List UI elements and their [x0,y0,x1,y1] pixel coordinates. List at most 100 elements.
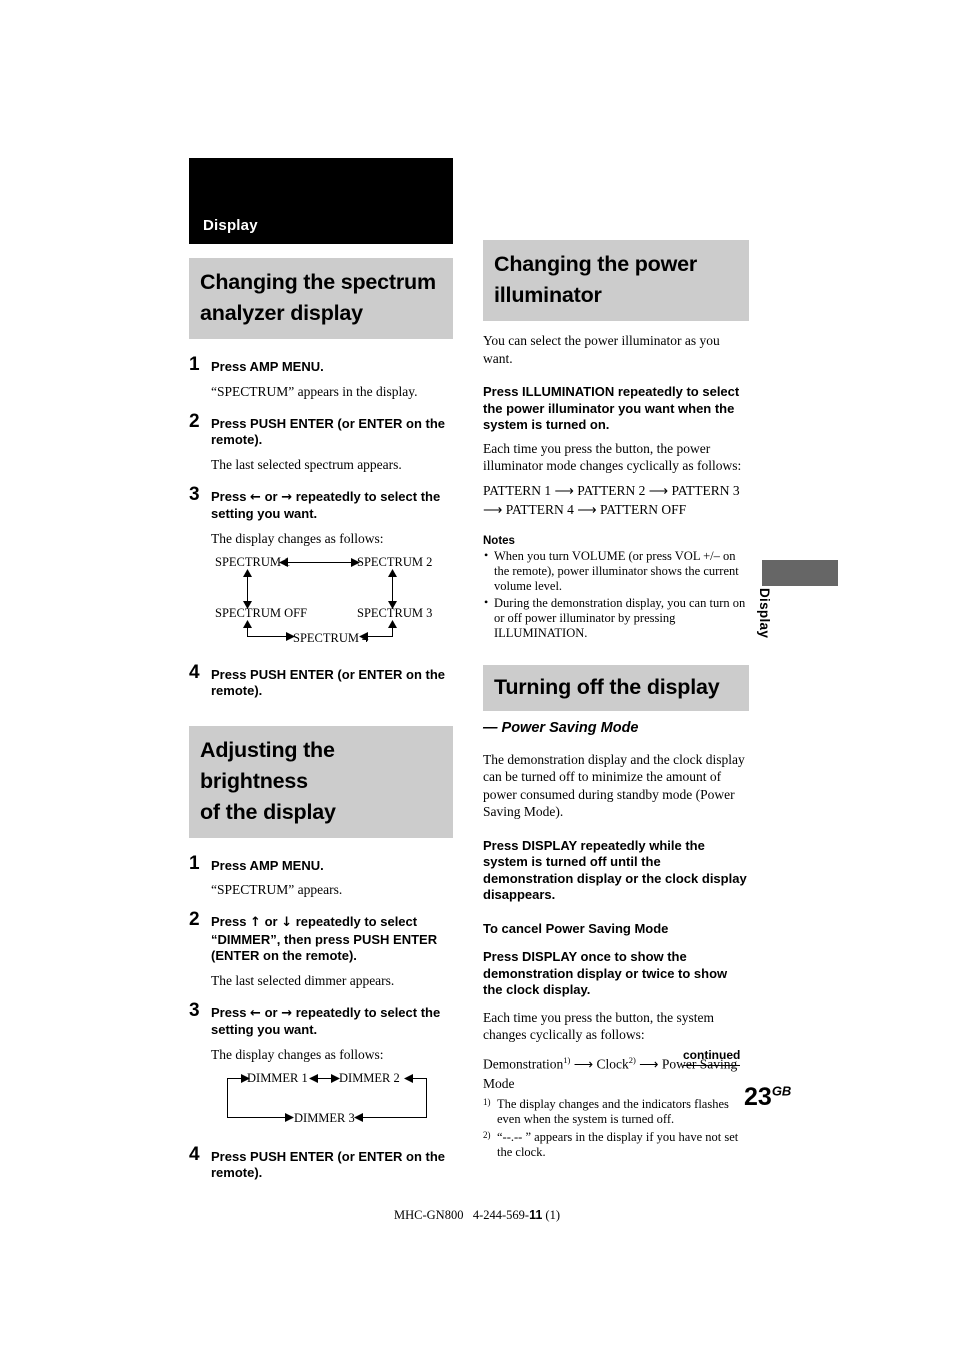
note-text: When you turn VOLUME (or press VOL +/– o… [494,548,739,593]
left-column: Changing the spectrum analyzer display 1… [189,258,453,1182]
arrow-right-icon: → [281,1005,293,1021]
arrowhead-right-icon [331,1073,340,1083]
step-number: 3 [189,483,200,505]
cycle-demo: Demonstration [483,1056,564,1071]
step-title: Press PUSH ENTER (or ENTER on the remote… [211,415,446,448]
arrow-down-icon: ↓ [281,915,293,930]
arrowhead-right-icon [241,1073,250,1083]
heading-line-1: Changing the spectrum [200,270,436,294]
arrow-left-icon: ← [250,489,261,505]
arrowhead-down-icon [388,600,397,609]
step-number: 1 [189,852,200,874]
flow-label-spectrum-off: SPECTRUM OFF [215,605,308,620]
arrowhead-up-icon [243,568,252,577]
dimmer-flow-diagram: DIMMER 1 DIMMER 2 DIMMER 3 [211,1071,453,1127]
heading-turning-off-the-display: Turning off the display [483,664,749,711]
pattern-cycle: PATTERN 1 ⟶ PATTERN 2 ⟶ PATTERN 3 ⟶ PATT… [483,481,749,519]
arrow-right-icon: → [281,489,293,505]
footer-partnum-b: 11 [529,1208,543,1222]
step-item: 3 Press ← or → repeatedly to select the … [189,1001,453,1127]
document-footer: MHC-GN800 4-244-569-11 (1) [0,1208,954,1223]
page-number: 23GB [744,1083,791,1112]
step-item: 2 Press PUSH ENTER (or ENTER on the remo… [189,412,453,473]
arrowhead-left-icon [354,1112,363,1122]
chapter-band-label: Display [203,217,258,234]
step-item: 3 Press ← or → repeatedly to select the … [189,485,453,645]
step-title: Press ← or → repeatedly to select the se… [211,1005,453,1039]
flow-label-dimmer-1: DIMMER 1 [247,1070,308,1085]
illumination-instruction: Press ILLUMINATION repeatedly to select … [483,384,740,432]
footnote-text: “--.-- ” appears in the display if you h… [497,1130,739,1159]
step-title: Press PUSH ENTER (or ENTER on the remote… [211,1148,446,1181]
heading-line-1: Changing the power [494,252,698,276]
arrowhead-up-icon [388,619,397,628]
heading-changing-power-illuminator: Changing the power illuminator [483,240,749,321]
cycle-arrow-2: ⟶ [635,1056,662,1071]
step-title: Press PUSH ENTER (or ENTER on the remote… [211,666,446,699]
step-body: “SPECTRUM” appears. [211,882,343,897]
pattern-cycle-line-2: ⟶ PATTERN 4 ⟶ PATTERN OFF [483,501,687,517]
step-number: 1 [189,354,200,375]
heading-line-1: Adjusting the brightness [200,737,335,793]
cycle-clock: Clock [596,1056,629,1071]
step-body: The last selected dimmer appears. [211,972,395,988]
manual-page: Display Changing the spectrum analyzer d… [0,0,954,1351]
heading-line-2: analyzer display [200,301,363,325]
arrow-left-icon: ← [250,1005,261,1021]
illumination-followup: Each time you press the button, the powe… [483,440,742,474]
subheading-power-saving-mode: — Power Saving Mode [483,719,639,736]
step-number: 4 [189,1143,200,1165]
notes-title: Notes [483,534,515,547]
subheading-to-cancel-power-saving-mode: To cancel Power Saving Mode [483,920,669,936]
step-item: 2 Press ↑ or ↓ repeatedly to select “DIM… [189,910,453,989]
arrowhead-right-icon [286,631,295,641]
step-title: Press AMP MENU. [211,857,324,873]
flow-label-dimmer-2: DIMMER 2 [339,1070,400,1085]
cycle-arrow-1: ⟶ [570,1056,597,1071]
step-title-mid: or [260,914,282,929]
step-body: The last selected spectrum appears. [211,456,402,472]
step-number: 2 [189,909,200,930]
right-column: Changing the power illuminator You can s… [483,240,749,1160]
side-tab-block [762,560,838,586]
arrowhead-right-icon [351,557,360,567]
cancel-instruction: Press DISPLAY once to show the demonstra… [483,949,728,997]
footnote-ref-2: 2) [628,1054,636,1065]
footnote-item: 2) “--.-- ” appears in the display if yo… [483,1130,749,1160]
bullet-icon: • [484,594,489,609]
heading-line-2: illuminator [494,283,602,307]
heading-changing-spectrum-analyzer-display: Changing the spectrum analyzer display [189,258,453,339]
step-title: Press ↑ or ↓ repeatedly to select “DIMME… [211,914,453,965]
heading-line-1: Turning off the display [494,674,720,699]
footer-model: MHC-GN800 [394,1208,464,1222]
step-title-pre: Press [211,1004,251,1020]
arrowhead-up-icon [388,568,397,577]
arrowhead-down-icon [243,600,252,609]
intro-paragraph: You can select the power illuminator as … [483,333,720,366]
display-press-instruction: Press DISPLAY repeatedly while the syste… [483,837,747,903]
bullet-icon: • [484,547,489,562]
step-number: 3 [189,999,200,1021]
note-item: • When you turn VOLUME (or press VOL +/–… [483,547,749,594]
arrowhead-left-icon [359,631,368,641]
flow-label-dimmer-3: DIMMER 3 [294,1110,355,1125]
step-title: Press AMP MENU. [211,359,324,374]
note-text: During the demonstration display, you ca… [494,595,746,640]
flow-label-spectrum-2: SPECTRUM 2 [357,554,433,569]
note-item: • During the demonstration display, you … [483,594,749,641]
step-item: 1 Press AMP MENU. “SPECTRUM” appears. [189,854,453,899]
step-number: 4 [189,661,200,683]
arrowhead-left-icon [404,1073,413,1083]
spectrum-flow-diagram: SPECTRUM 1 SPECTRUM 2 SPECTRUM OFF SPECT… [211,554,453,645]
footnote-item: 1) The display changes and the indicator… [483,1097,749,1127]
continued-label: continued [683,1048,741,1066]
footnote-text: The display changes and the indicators f… [497,1097,729,1126]
footnote-marker: 1) [483,1097,491,1107]
step-title-pre: Press [211,914,251,929]
arrowhead-left-icon [309,1073,318,1083]
chapter-band: Display [189,158,453,244]
arrowhead-right-icon [285,1112,294,1122]
page-number-value: 23 [744,1083,772,1111]
step-item: 4 Press PUSH ENTER (or ENTER on the remo… [189,1145,453,1182]
step-number: 2 [189,410,200,432]
